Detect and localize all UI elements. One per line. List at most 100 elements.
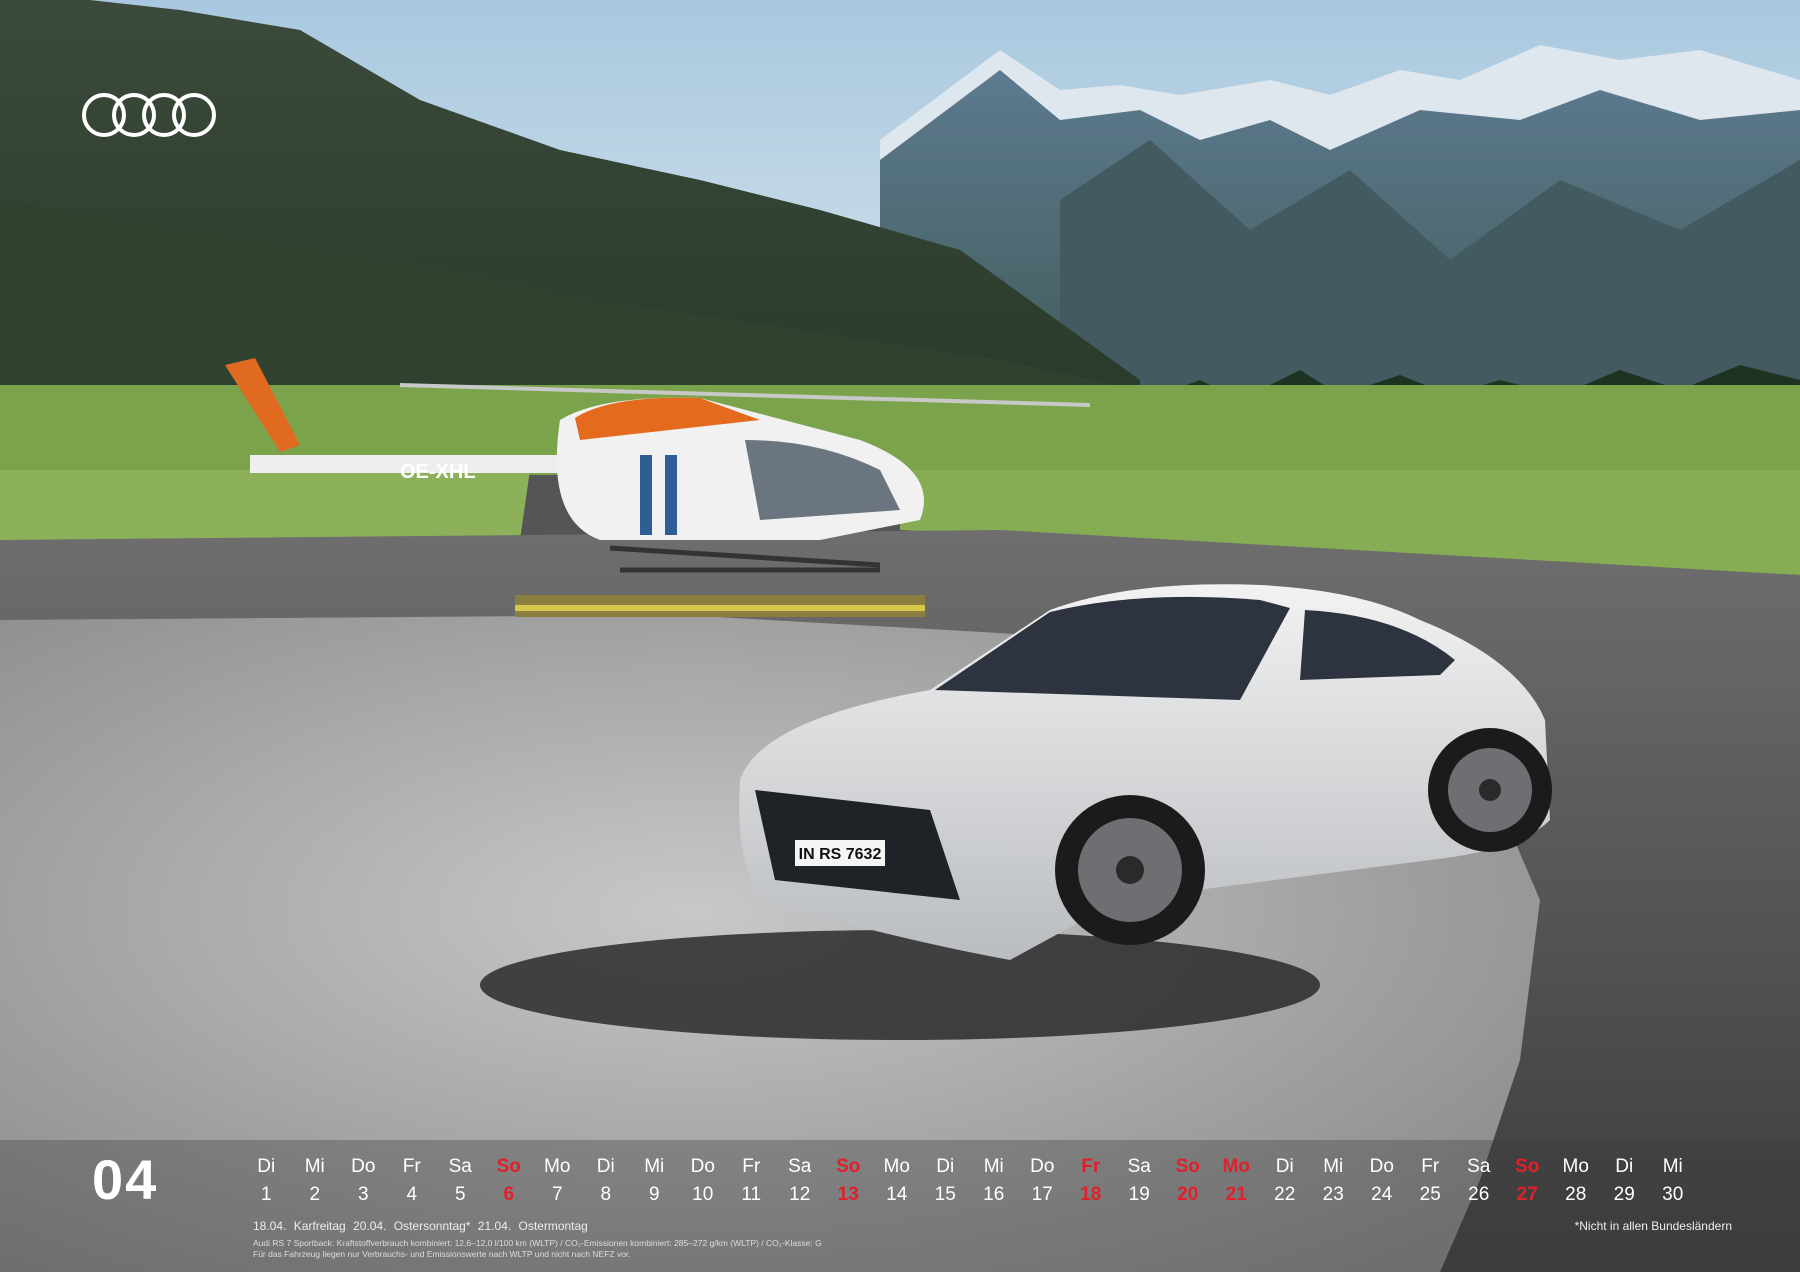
calendar-day: Mi 16 (970, 1156, 1019, 1206)
calendar-day: Mo 14 (873, 1156, 922, 1206)
calendar-day: Do 3 (339, 1156, 388, 1206)
day-number: 25 (1419, 1184, 1441, 1205)
month-number: 04 (92, 1148, 159, 1211)
weekday-label: Mi (983, 1156, 1004, 1177)
day-number: 17 (1031, 1184, 1053, 1205)
day-number: 15 (934, 1184, 956, 1205)
weekday-label: Do (1030, 1156, 1055, 1177)
calendar-page: OE-XHL IN RS 7632 04 Di 1 Mi 2 Do 3 Fr 4 Sa 5 So 6 M… (0, 0, 1800, 1272)
weekday-label: Mo (1562, 1156, 1589, 1177)
day-number: 26 (1468, 1184, 1490, 1205)
weekday-label: Fr (742, 1156, 761, 1177)
day-number: 29 (1613, 1184, 1635, 1205)
weekday-label: Di (596, 1156, 615, 1177)
weekday-label: Do (351, 1156, 376, 1177)
day-number: 5 (454, 1184, 466, 1205)
calendar-day: Di 29 (1600, 1156, 1649, 1206)
day-number: 27 (1516, 1184, 1538, 1205)
day-number: 20 (1177, 1184, 1199, 1205)
weekday-label: Mi (1323, 1156, 1344, 1177)
weekday-label: Fr (1421, 1156, 1440, 1177)
calendar-day: Mi 30 (1649, 1156, 1698, 1206)
weekday-label: Di (257, 1156, 276, 1177)
calendar-day: Sa 12 (776, 1156, 825, 1206)
day-number: 28 (1565, 1184, 1587, 1205)
weekday-label: Mi (1662, 1156, 1683, 1177)
day-number: 24 (1371, 1184, 1393, 1205)
emissions-legal-text: Audi RS 7 Sportback: Kraftstoffverbrauch… (253, 1238, 822, 1260)
weekday-label: Di (936, 1156, 955, 1177)
weekday-label: Sa (788, 1156, 812, 1177)
legal-line: Audi RS 7 Sportback: Kraftstoffverbrauch… (253, 1238, 822, 1248)
day-number: 1 (260, 1184, 272, 1205)
weekday-label: So (1515, 1156, 1540, 1177)
calendar-day: Fr 18 (1067, 1156, 1116, 1206)
calendar-day: So 27 (1503, 1156, 1552, 1206)
day-number: 4 (406, 1184, 418, 1205)
weekday-label: Mo (883, 1156, 910, 1177)
day-number: 2 (309, 1184, 321, 1205)
calendar-day: Di 22 (1261, 1156, 1310, 1206)
day-number: 12 (789, 1184, 811, 1205)
day-number: 9 (648, 1184, 660, 1205)
license-plate: IN RS 7632 (799, 846, 882, 863)
weekday-label: Mi (644, 1156, 665, 1177)
day-number: 8 (600, 1184, 612, 1205)
weekday-label: Mo (1222, 1156, 1250, 1177)
audi-four-rings-logo (82, 93, 216, 137)
weekday-label: Mi (304, 1156, 325, 1177)
legal-line: Für das Fahrzeug liegen nur Verbrauchs- … (253, 1249, 631, 1259)
weekday-label: So (1175, 1156, 1200, 1177)
weekday-label: Do (1369, 1156, 1394, 1177)
weekday-label: Sa (448, 1156, 472, 1177)
weekday-label: So (836, 1156, 861, 1177)
calendar-day: Di 8 (582, 1156, 631, 1206)
weekday-label: Sa (1127, 1156, 1151, 1177)
day-number: 7 (551, 1184, 563, 1205)
day-number: 16 (983, 1184, 1005, 1205)
day-number: 19 (1128, 1184, 1150, 1205)
weekday-label: Di (1615, 1156, 1634, 1177)
calendar-day: So 6 (485, 1156, 534, 1206)
day-number: 21 (1225, 1184, 1247, 1205)
weekday-label: Mo (544, 1156, 571, 1177)
day-number: 13 (837, 1184, 859, 1205)
day-number: 3 (357, 1184, 369, 1205)
weekday-label: Fr (1081, 1156, 1101, 1177)
day-number: 10 (692, 1184, 714, 1205)
calendar-day: Do 24 (1358, 1156, 1407, 1206)
holiday-footnote: *Nicht in allen Bundesländern (1574, 1219, 1732, 1233)
calendar-day: Mi 9 (630, 1156, 679, 1206)
calendar-days-row: Di 1 Mi 2 Do 3 Fr 4 Sa 5 So 6 Mo 7 Di 8 Mi 9 Do 10 Fr 11 Sa 12 S… (242, 1156, 1697, 1206)
photo-background: OE-XHL IN RS 7632 (0, 0, 1800, 1272)
calendar-day: Sa 5 (436, 1156, 485, 1206)
calendar-day: Sa 19 (1115, 1156, 1164, 1206)
weekday-label: Do (690, 1156, 715, 1177)
calendar-day: Mi 23 (1309, 1156, 1358, 1206)
calendar-day: Fr 4 (388, 1156, 437, 1206)
weekday-label: Fr (402, 1156, 421, 1177)
calendar-day: Mo 21 (1212, 1156, 1261, 1206)
calendar-day: Fr 25 (1406, 1156, 1455, 1206)
weekday-label: Sa (1467, 1156, 1491, 1177)
calendar-day: So 13 (824, 1156, 873, 1206)
day-number: 14 (886, 1184, 908, 1205)
day-number: 30 (1662, 1184, 1684, 1205)
day-number: 11 (741, 1184, 762, 1205)
day-number: 22 (1274, 1184, 1296, 1205)
calendar-day: Do 17 (1018, 1156, 1067, 1206)
calendar-day: Mo 7 (533, 1156, 582, 1206)
calendar-day: Fr 11 (727, 1156, 776, 1206)
weekday-label: So (496, 1156, 521, 1177)
calendar-day: Mo 28 (1552, 1156, 1601, 1206)
holiday-list: 18.04. Karfreitag 20.04. Ostersonntag* 2… (253, 1219, 588, 1233)
calendar-day: Di 15 (921, 1156, 970, 1206)
calendar-day: Mi 2 (291, 1156, 340, 1206)
day-number: 23 (1322, 1184, 1344, 1205)
calendar-day: Di 1 (242, 1156, 291, 1206)
calendar-day: So 20 (1164, 1156, 1213, 1206)
calendar-day: Sa 26 (1455, 1156, 1504, 1206)
day-number: 6 (503, 1184, 515, 1205)
calendar-day: Do 10 (679, 1156, 728, 1206)
weekday-label: Di (1275, 1156, 1294, 1177)
